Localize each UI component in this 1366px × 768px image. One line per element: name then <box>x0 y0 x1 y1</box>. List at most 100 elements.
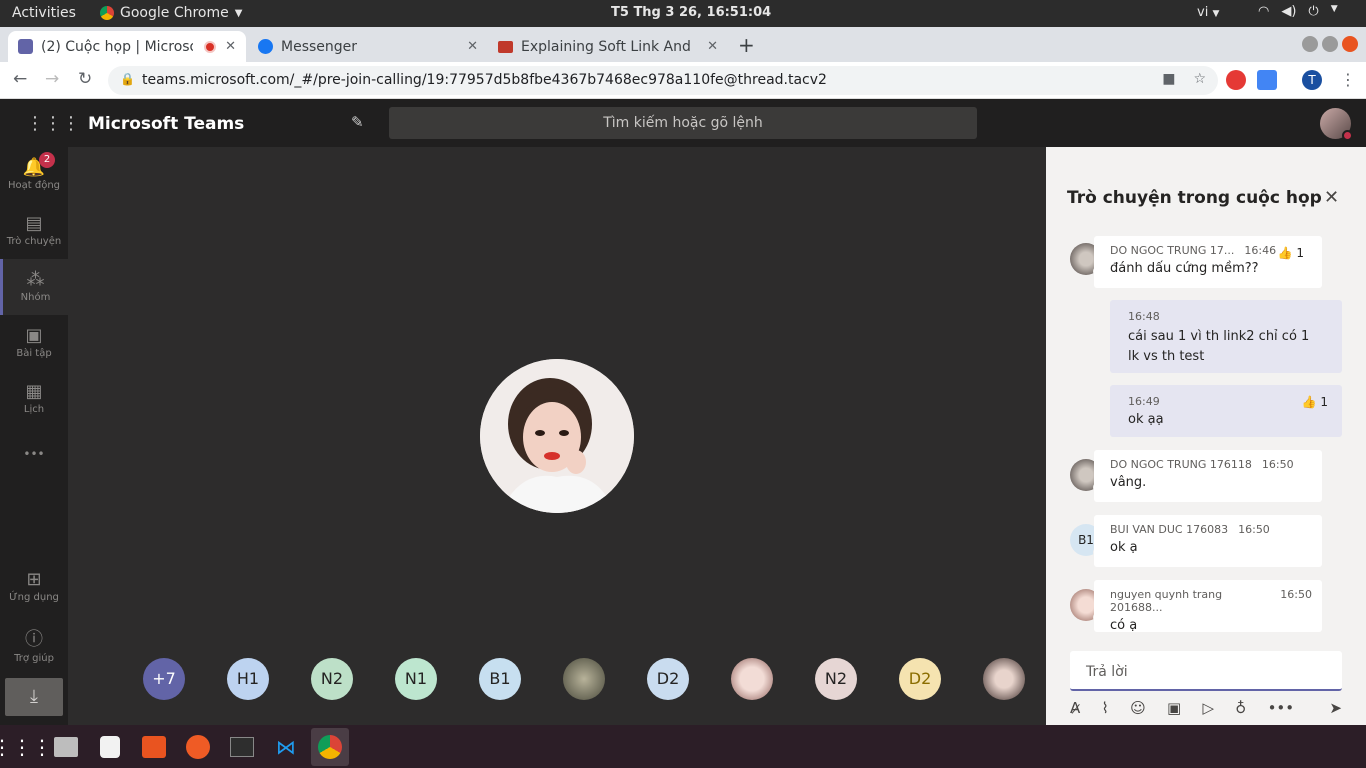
message-text: vâng. <box>1110 475 1147 490</box>
taskbar-dock: ⋮⋮⋮ ⋈ <box>0 725 1366 768</box>
rail-item-activity[interactable]: 🔔 2 Hoạt động <box>0 147 68 203</box>
address-bar[interactable]: 🔒 teams.microsoft.com/_#/pre-join-callin… <box>108 66 1218 95</box>
rail-label: Ứng dụng <box>9 592 59 603</box>
terminal-icon[interactable] <box>223 728 261 766</box>
show-apps-icon[interactable]: ⋮⋮⋮ <box>0 728 52 766</box>
lock-icon: 🔒 <box>120 72 135 86</box>
message-time: 16:50 <box>1261 458 1294 471</box>
compose-toolbar: A̷ ⌇ ☺ ▣ ▷ ♁ ••• ➤ <box>1070 699 1342 717</box>
message-text: có ạ <box>1110 618 1138 633</box>
participant-photo-avatar[interactable] <box>731 658 773 700</box>
participant-photo-avatar[interactable] <box>983 658 1025 700</box>
reload-icon[interactable]: ↻ <box>78 69 92 89</box>
user-avatar[interactable] <box>1320 108 1353 141</box>
system-top-bar: Activities Google Chrome ▼ T5 Thg 3 26, … <box>0 0 1366 27</box>
system-clock[interactable]: T5 Thg 3 26, 16:51:04 <box>611 5 771 20</box>
chevron-down-icon: ▼ <box>1212 9 1220 19</box>
vscode-icon[interactable]: ⋈ <box>267 728 305 766</box>
close-tab-icon[interactable]: ✕ <box>467 39 478 54</box>
message-time: 16:50 <box>1238 523 1270 536</box>
back-arrow-icon[interactable]: ← <box>13 69 27 89</box>
close-icon[interactable]: ✕ <box>1324 187 1339 208</box>
bookmark-star-icon[interactable]: ☆ <box>1193 71 1206 87</box>
chat-message-own[interactable]: 16:48 cái sau 1 vì th link2 chỉ có 1 lk … <box>1110 300 1342 373</box>
tab-label: Explaining Soft Link And <box>521 38 691 55</box>
site-favicon-icon <box>498 40 513 53</box>
postman-icon[interactable] <box>179 728 217 766</box>
participant-avatar[interactable]: N2 <box>815 658 857 700</box>
recording-icon <box>204 40 216 53</box>
rail-item-apps[interactable]: ⊞ Ứng dụng <box>0 559 68 615</box>
sticker-icon[interactable]: ▣ <box>1167 699 1181 717</box>
participant-avatar[interactable]: B1 <box>479 658 521 700</box>
translate-extension-icon[interactable] <box>1257 70 1277 90</box>
download-app-button[interactable]: ⤓ <box>5 678 63 716</box>
emoji-icon[interactable]: ☺ <box>1130 699 1146 717</box>
app-name: Google Chrome <box>120 5 229 21</box>
minimize-button[interactable] <box>1302 36 1318 52</box>
praise-icon[interactable]: ♁ <box>1235 699 1246 717</box>
more-options-icon[interactable]: ••• <box>1268 699 1295 717</box>
message-time: 16:49 <box>1128 395 1160 408</box>
chat-message[interactable]: DO NGOC TRUNG 17... 16:46 đánh dấu cứng m… <box>1094 236 1322 288</box>
browser-menu-icon[interactable]: ⋮ <box>1340 70 1356 89</box>
chrome-dock-icon[interactable] <box>311 728 349 766</box>
camera-icon[interactable]: ■ <box>1162 71 1175 87</box>
like-reaction[interactable]: 👍 1 <box>1278 246 1304 260</box>
browser-tab-teams[interactable]: (2) Cuộc họp | Microso ✕ <box>8 31 246 62</box>
rhythmbox-icon[interactable] <box>91 728 129 766</box>
calendar-icon: ▦ <box>25 381 43 402</box>
rail-more-button[interactable]: ••• <box>0 437 68 473</box>
language-indicator[interactable]: vi ▼ <box>1197 5 1219 20</box>
forward-arrow-icon[interactable]: → <box>45 69 59 89</box>
send-icon[interactable]: ➤ <box>1329 699 1342 717</box>
attach-icon[interactable]: ⌇ <box>1102 699 1109 717</box>
help-icon: ⓘ <box>25 629 43 650</box>
chevron-down-icon: ▼ <box>1330 4 1338 14</box>
reply-input[interactable]: Trả lời <box>1070 651 1342 691</box>
participant-avatar[interactable]: D2 <box>899 658 941 700</box>
close-tab-icon[interactable]: ✕ <box>225 39 236 54</box>
rail-item-help[interactable]: ⓘ Trợ giúp <box>0 615 68 671</box>
adblock-extension-icon[interactable] <box>1226 70 1246 90</box>
message-text: đánh dấu cứng mềm?? <box>1110 261 1259 276</box>
chat-message[interactable]: BUI VAN DUC 176083 16:50 ok ạ <box>1094 515 1322 567</box>
participant-overflow-avatar[interactable]: +7 <box>143 658 185 700</box>
software-center-icon[interactable] <box>135 728 173 766</box>
bell-icon: 🔔 <box>22 157 46 178</box>
participant-avatar[interactable]: N1 <box>395 658 437 700</box>
app-rail: 🔔 2 Hoạt động ▤ Trò chuyện ⁂ Nhóm ▣ Bài … <box>0 147 68 725</box>
participant-avatar[interactable]: N2 <box>311 658 353 700</box>
rail-item-calendar[interactable]: ▦ Lịch <box>0 371 68 427</box>
chat-message[interactable]: nguyen quynh trang 201688... 16:50 có ạ <box>1094 580 1322 633</box>
maximize-button[interactable] <box>1322 36 1338 52</box>
browser-tab-messenger[interactable]: Messenger ✕ <box>248 31 488 62</box>
rail-item-assignments[interactable]: ▣ Bài tập <box>0 315 68 371</box>
new-tab-button[interactable]: + <box>738 33 755 57</box>
chat-message[interactable]: DO NGOC TRUNG 176118 16:50 vâng. <box>1094 450 1322 502</box>
files-icon[interactable] <box>47 728 85 766</box>
active-speaker-avatar <box>480 359 634 513</box>
like-reaction[interactable]: 👍 1 <box>1302 395 1328 409</box>
rail-item-chat[interactable]: ▤ Trò chuyện <box>0 203 68 259</box>
profile-avatar[interactable]: T <box>1302 70 1322 90</box>
search-input[interactable]: Tìm kiếm hoặc gõ lệnh <box>389 107 977 139</box>
wifi-icon: ◠ <box>1258 4 1270 19</box>
system-tray[interactable]: ◠ ◀) ⏻ ▼ <box>1258 4 1338 19</box>
app-menu[interactable]: Google Chrome ▼ <box>100 5 242 21</box>
participant-avatar[interactable]: D2 <box>647 658 689 700</box>
participant-avatar[interactable]: H1 <box>227 658 269 700</box>
close-window-button[interactable] <box>1342 36 1358 52</box>
app-launcher-icon[interactable]: ⋮⋮⋮ <box>26 113 80 134</box>
close-tab-icon[interactable]: ✕ <box>707 39 718 54</box>
teams-favicon-icon <box>18 39 33 54</box>
activities-button[interactable]: Activities <box>12 5 76 21</box>
teams-header: ⋮⋮⋮ Microsoft Teams ✎ Tìm kiếm hoặc gõ l… <box>0 99 1366 147</box>
new-chat-icon[interactable]: ✎ <box>351 113 364 131</box>
chat-message-own[interactable]: 16:49 ok ạạ 👍 1 <box>1110 385 1342 437</box>
participant-photo-avatar[interactable] <box>563 658 605 700</box>
rail-item-teams[interactable]: ⁂ Nhóm <box>0 259 68 315</box>
browser-tab-explaining[interactable]: Explaining Soft Link And ✕ <box>488 31 728 62</box>
format-icon[interactable]: A̷ <box>1070 699 1080 717</box>
meet-now-icon[interactable]: ▷ <box>1202 699 1214 717</box>
